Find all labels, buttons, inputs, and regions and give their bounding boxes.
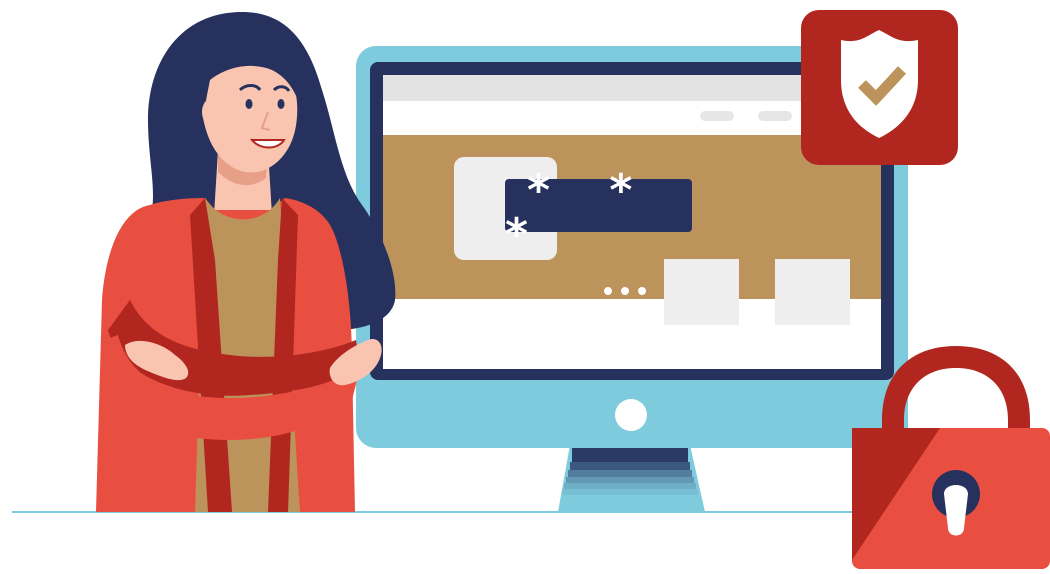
eye: [245, 99, 253, 109]
shield-badge: [801, 10, 958, 165]
monitor-power-button: [615, 399, 647, 431]
woman-figure: [96, 12, 396, 512]
password-field: * * *: [505, 168, 692, 256]
security-illustration: * * *: [0, 0, 1050, 569]
browser-nav-pill: [700, 111, 734, 121]
loading-dot: [604, 287, 612, 295]
eye: [277, 99, 285, 109]
loading-dot: [638, 287, 646, 295]
ear: [202, 98, 222, 126]
screen-card: [775, 259, 850, 325]
browser-nav-pill: [758, 111, 792, 121]
monitor-stand-texture: [562, 448, 698, 495]
screen-card: [664, 259, 739, 325]
password-masked-text: * * *: [505, 164, 655, 260]
loading-dot: [621, 287, 629, 295]
